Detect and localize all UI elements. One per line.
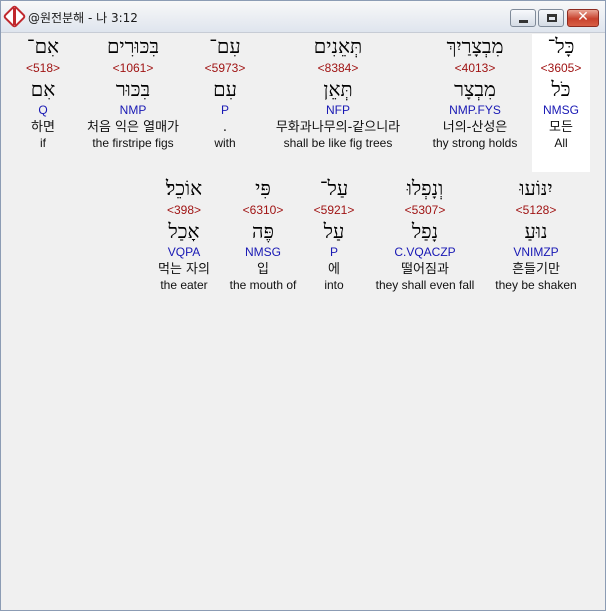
word-cell[interactable]: תְּאֵנִים <8384> תְּאֵן NFP 무화과나무의-같으니라 … bbox=[258, 34, 418, 172]
english-gloss: they shall even fall bbox=[375, 278, 475, 292]
maximize-icon bbox=[547, 14, 557, 22]
lemma: פֶּה bbox=[252, 219, 274, 243]
english-gloss: they be shaken bbox=[495, 278, 577, 292]
lemma: אִם bbox=[30, 77, 56, 101]
close-icon: ✕ bbox=[577, 9, 589, 25]
hebrew-word: פִּי bbox=[255, 176, 271, 200]
strong-number[interactable]: <4013> bbox=[455, 61, 496, 76]
app-window: @원전분해 - 나 3:12 ✕ כָּל־ <3605> כֹּל NMSG … bbox=[0, 0, 606, 611]
korean-gloss: 입 bbox=[257, 262, 269, 277]
parse-code: NFP bbox=[326, 103, 350, 117]
parse-code: VNIMZP bbox=[513, 245, 559, 259]
hebrew-word: מִבְצָרַיִךְ bbox=[446, 34, 504, 58]
english-gloss: the eater bbox=[160, 278, 208, 292]
english-gloss: All bbox=[554, 136, 568, 150]
korean-gloss: 흔들기만 bbox=[512, 262, 560, 277]
korean-gloss: 하면 bbox=[31, 120, 55, 135]
window-title: @원전분해 - 나 3:12 bbox=[28, 11, 138, 25]
word-cell[interactable]: פִּי <6310> פֶּה NMSG 입 the mouth of bbox=[224, 176, 302, 314]
minimize-button[interactable] bbox=[510, 9, 536, 27]
lemma: אָכַל bbox=[168, 219, 200, 243]
maximize-button[interactable] bbox=[538, 9, 564, 27]
hebrew-word: תְּאֵנִים bbox=[313, 34, 363, 58]
word-cell[interactable]: מִבְצָרַיִךְ <4013> מִבְצָר NMP.FYS 너의-산… bbox=[420, 34, 530, 172]
strong-number[interactable]: <6310> bbox=[243, 203, 284, 218]
word-cell[interactable]: אִם־ <518> אִם Q 하면 if bbox=[16, 34, 70, 172]
parse-code: P bbox=[220, 103, 229, 117]
lemma: בִּכּוּר bbox=[115, 77, 151, 101]
strong-number[interactable]: <5307> bbox=[405, 203, 446, 218]
word-cell[interactable]: אוֹכֵל׃ <398> אָכַל VQPA 먹는 자의 the eater bbox=[148, 176, 220, 314]
word-cell[interactable]: כָּל־ <3605> כֹּל NMSG 모든 All bbox=[532, 34, 590, 172]
english-gloss: thy strong holds bbox=[432, 136, 518, 150]
hebrew-word: בִּכּוּרִים bbox=[106, 34, 160, 58]
english-gloss: if bbox=[40, 136, 46, 150]
lemma: נָפַל bbox=[411, 219, 439, 243]
hebrew-word: עִם־ bbox=[209, 34, 241, 58]
lemma: כֹּל bbox=[551, 77, 571, 101]
app-logo-icon[interactable] bbox=[2, 4, 27, 29]
strong-number[interactable]: <518> bbox=[26, 61, 60, 76]
parse-code: P bbox=[329, 245, 338, 259]
strong-number[interactable]: <5973> bbox=[205, 61, 246, 76]
word-cell[interactable]: בִּכּוּרִים <1061> בִּכּוּר NMP 처음 익은 열매… bbox=[72, 34, 194, 172]
lemma: תְּאֵן bbox=[323, 77, 353, 101]
hebrew-word: כָּל־ bbox=[547, 34, 575, 58]
close-button[interactable]: ✕ bbox=[567, 9, 599, 27]
strong-number[interactable]: <3605> bbox=[541, 61, 582, 76]
parse-code: Q bbox=[38, 103, 48, 117]
hebrew-word: אוֹכֵל׃ bbox=[165, 176, 203, 200]
strong-number[interactable]: <5128> bbox=[516, 203, 557, 218]
hebrew-word: אִם־ bbox=[26, 34, 60, 58]
strong-number[interactable]: <8384> bbox=[318, 61, 359, 76]
korean-gloss: . bbox=[222, 120, 228, 135]
english-gloss: shall be like fig trees bbox=[283, 136, 393, 150]
korean-gloss: 무화과나무의-같으니라 bbox=[275, 120, 401, 135]
parse-code: C.VQACZP bbox=[394, 245, 456, 259]
strong-number[interactable]: <5921> bbox=[314, 203, 355, 218]
korean-gloss: 먹는 자의 bbox=[158, 262, 210, 277]
strong-number[interactable]: <398> bbox=[167, 203, 201, 218]
parse-code: NMP.FYS bbox=[449, 103, 501, 117]
word-cell[interactable]: עַל־ <5921> עַל P 에 into bbox=[306, 176, 362, 314]
lemma: עַל bbox=[323, 219, 345, 243]
parse-code: NMSG bbox=[245, 245, 281, 259]
english-gloss: with bbox=[214, 136, 236, 150]
word-cell[interactable]: וְנָפְלוּ <5307> נָפַל C.VQACZP 떨어짐과 the… bbox=[366, 176, 484, 314]
strong-number[interactable]: <1061> bbox=[113, 61, 154, 76]
korean-gloss: 에 bbox=[328, 262, 340, 277]
minimize-icon bbox=[519, 20, 528, 23]
word-cell[interactable]: עִם־ <5973> עִם P . with bbox=[196, 34, 254, 172]
korean-gloss: 떨어짐과 bbox=[401, 262, 449, 277]
parse-code: NMP bbox=[119, 103, 147, 117]
interlinear-view: כָּל־ <3605> כֹּל NMSG 모든 All מִבְצָרַיִ… bbox=[2, 34, 605, 610]
english-gloss: into bbox=[324, 278, 344, 292]
english-gloss: the firstripe figs bbox=[92, 136, 174, 150]
parse-code: NMSG bbox=[543, 103, 579, 117]
korean-gloss: 모든 bbox=[549, 120, 573, 135]
hebrew-word: עַל־ bbox=[319, 176, 349, 200]
lemma: מִבְצָר bbox=[454, 77, 496, 101]
hebrew-word: וְנָפְלוּ bbox=[406, 176, 444, 200]
word-cell[interactable]: יִנּוֹעוּ <5128> נוּעַ VNIMZP 흔들기만 they … bbox=[488, 176, 584, 314]
korean-gloss: 처음 익은 열매가 bbox=[87, 120, 179, 135]
english-gloss: the mouth of bbox=[229, 278, 297, 292]
parse-code: VQPA bbox=[167, 245, 201, 259]
title-bar[interactable]: @원전분해 - 나 3:12 ✕ bbox=[1, 1, 605, 33]
lemma: נוּעַ bbox=[524, 219, 548, 243]
hebrew-word: יִנּוֹעוּ bbox=[519, 176, 553, 200]
korean-gloss: 너의-산성은 bbox=[442, 120, 508, 135]
lemma: עִם bbox=[213, 77, 237, 101]
